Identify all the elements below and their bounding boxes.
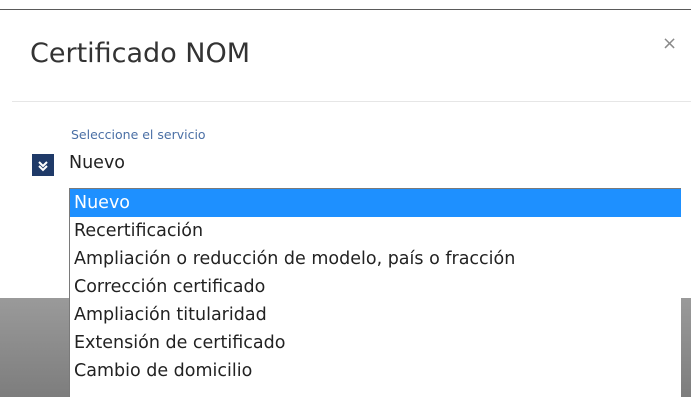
service-field-label: Seleccione el servicio — [71, 127, 206, 142]
previous-content-strip — [0, 0, 691, 10]
dropdown-option-ampliacion-titularidad[interactable]: Ampliación titularidad — [70, 301, 681, 329]
page: Certificado NOM × Seleccione el servicio… — [0, 0, 691, 397]
service-select-value[interactable]: Nuevo — [69, 153, 125, 173]
dropdown-option-extension-certificado[interactable]: Extensión de certificado — [70, 329, 681, 357]
dropdown-option-recertificacion[interactable]: Recertificación — [70, 217, 681, 245]
close-icon[interactable]: × — [662, 34, 677, 54]
service-dropdown-list[interactable]: Nuevo Recertificación Ampliación o reduc… — [69, 188, 681, 397]
dropdown-option-nuevo[interactable]: Nuevo — [70, 189, 681, 217]
chevron-down-double-icon[interactable] — [32, 154, 54, 176]
header-divider — [12, 101, 691, 102]
dropdown-option-correccion-certificado[interactable]: Corrección certificado — [70, 273, 681, 301]
dropdown-option-cambio-domicilio[interactable]: Cambio de domicilio — [70, 357, 681, 385]
dropdown-option-ampliacion-reduccion[interactable]: Ampliación o reducción de modelo, país o… — [70, 245, 681, 273]
modal-title: Certificado NOM — [30, 38, 251, 69]
